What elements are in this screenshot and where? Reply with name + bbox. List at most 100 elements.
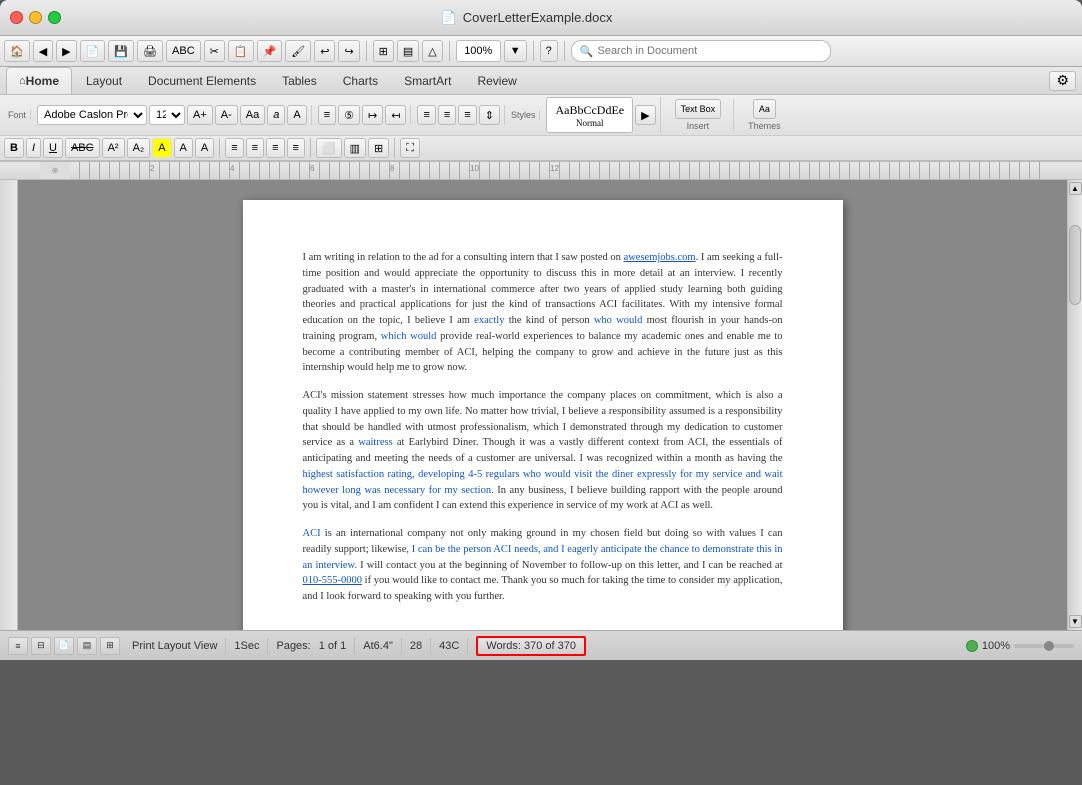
style-preview-box[interactable]: AaBbCcDdEe Normal [546,97,633,133]
search-magnifier-icon: 🔍 [580,45,594,58]
tab-tables[interactable]: Tables [270,67,329,94]
link-phone[interactable]: 010-555-0000 [303,575,363,586]
italic-btn[interactable]: I [26,138,41,158]
indent-more-btn[interactable]: ↦ [362,105,383,125]
tab-document-elements[interactable]: Document Elements [136,67,268,94]
align-left-btn[interactable]: ≡ [417,105,435,125]
view-icon-1[interactable]: ≡ [8,637,28,655]
scroll-up-btn[interactable]: ▲ [1069,182,1082,195]
zoom-slider[interactable] [1014,644,1074,648]
col-r-btn[interactable]: ▥ [344,138,366,158]
insert-table-btn[interactable]: ⊞ [373,40,394,62]
forward-btn[interactable]: ▶ [56,40,76,62]
strikethrough-btn[interactable]: ABC [65,138,100,158]
para-align-c[interactable]: ≡ [246,138,264,158]
superscript-btn[interactable]: A² [102,138,125,158]
scissors-btn[interactable]: ✂ [204,40,225,62]
themes-btn[interactable]: Aa [753,99,776,119]
vertical-scrollbar[interactable]: ▲ ▼ [1067,180,1082,630]
copy-btn[interactable]: 📋 [228,40,254,62]
indent-less-btn[interactable]: ↤ [385,105,406,125]
font-group: Font [4,110,31,120]
bullet-list-btn[interactable]: ≡ [318,105,336,125]
ruler-horizontal: ⊕ 2 4 6 8 10 12 [0,162,1082,180]
main-area: I am writing in relation to the ad for a… [0,180,1082,630]
search-input[interactable] [597,45,821,57]
paragraph-1: I am writing in relation to the ad for a… [303,250,783,376]
paste-btn[interactable]: 📌 [257,40,283,62]
paint-btn[interactable]: 🖌 [285,40,311,62]
highlight-satisfaction: highest satisfaction rating, developing … [303,469,783,496]
view-icon-3[interactable]: 📄 [54,637,74,655]
subscript-btn[interactable]: A₂ [127,138,151,158]
scroll-thumb[interactable] [1069,225,1081,305]
col-l-btn[interactable]: ⬜ [316,138,342,158]
new-btn[interactable]: 📄 [80,40,106,62]
undo-btn[interactable]: ↩ [314,40,335,62]
tab-review[interactable]: Review [465,67,528,94]
tab-layout[interactable]: Layout [74,67,134,94]
zoom-dropdown-btn[interactable]: ▼ [504,40,527,62]
help-btn[interactable]: ? [540,40,558,62]
para-align-r[interactable]: ≡ [266,138,284,158]
print-btn[interactable]: 🖨 [137,40,163,62]
close-button[interactable] [10,11,23,24]
tab-charts[interactable]: Charts [331,67,390,94]
style-preview-text: AaBbCcDdEe [555,103,624,118]
link-awesomejobs[interactable]: awesemjobs.com [624,252,696,263]
highlight-aci-intro: ACI [303,528,321,539]
tab-tables-label: Tables [282,74,317,88]
title-text: CoverLetterExample.docx [463,10,613,25]
zoom-input[interactable]: 100% [456,40,501,62]
zoom-slider-thumb[interactable] [1044,641,1054,651]
highlight-btn[interactable]: A [152,138,171,158]
list-group: ≡ ⑤ ↦ ↤ [314,105,412,125]
col-btn[interactable]: ▤ [397,40,419,62]
scroll-down-btn[interactable]: ▼ [1069,615,1082,628]
save-btn[interactable]: 💾 [108,40,134,62]
table-btn2[interactable]: ⊞ [368,138,389,158]
view-icon-2[interactable]: ⊟ [31,637,51,655]
text-effects-btn[interactable]: A [195,138,214,158]
align-right-btn[interactable]: ≡ [458,105,476,125]
format-bar-2: B I U ABC A² A₂ A A A ≡ ≡ ≡ ≡ ⬜ ▥ ⊞ ⛶ [0,136,1082,162]
align-center-btn[interactable]: ≡ [438,105,456,125]
highlight-which-would: who would [594,315,643,326]
home-toolbar-btn[interactable]: 🏠 [4,40,30,62]
number-list-btn[interactable]: ⑤ [338,105,360,125]
maximize-button[interactable] [48,11,61,24]
view-icon-5[interactable]: ⊞ [100,637,120,655]
doc-scroll-area[interactable]: I am writing in relation to the ad for a… [18,180,1067,630]
font-size-down-btn[interactable]: A- [215,105,238,125]
para-align-l[interactable]: ≡ [225,138,243,158]
tab-layout-label: Layout [86,74,122,88]
redo-btn[interactable]: ↪ [338,40,359,62]
ribbon-options-btn[interactable]: ⚙ [1049,71,1076,91]
para-align-j[interactable]: ≡ [287,138,305,158]
styles-label: Styles [511,110,536,120]
font-size-up-btn[interactable]: A+ [187,105,213,125]
minimize-button[interactable] [29,11,42,24]
spell-btn[interactable]: ABC [166,40,201,62]
highlight-exactly: exactly [474,315,504,326]
insert-text-box-btn[interactable]: Text Box [675,99,722,119]
shape-btn[interactable]: △ [422,40,442,62]
font-style-btn[interactable]: a [267,105,285,125]
font-family-select[interactable]: Adobe Caslon Pro [37,105,147,125]
view-icon-4[interactable]: ▤ [77,637,97,655]
font-clear-btn[interactable]: A [287,105,306,125]
tab-smartart[interactable]: SmartArt [392,67,463,94]
tab-home[interactable]: Home [6,67,72,94]
pages-label: Pages: [276,640,310,652]
ribbon-tabs: Home Layout Document Elements Tables Cha… [0,67,1082,95]
line-spacing-btn[interactable]: ⇕ [479,105,500,125]
bold-btn[interactable]: B [4,138,24,158]
styles-scroll-btn[interactable]: ▶ [635,105,655,125]
font-aa-btn[interactable]: Aa [240,105,265,125]
font-size-select[interactable]: 12 [149,105,185,125]
font-color-btn[interactable]: A [174,138,193,158]
zoom-btn2[interactable]: ⛶ [400,138,420,158]
underline-btn[interactable]: U [43,138,63,158]
back-btn[interactable]: ◀ [33,40,53,62]
doc-icon: 📄 [441,10,457,26]
